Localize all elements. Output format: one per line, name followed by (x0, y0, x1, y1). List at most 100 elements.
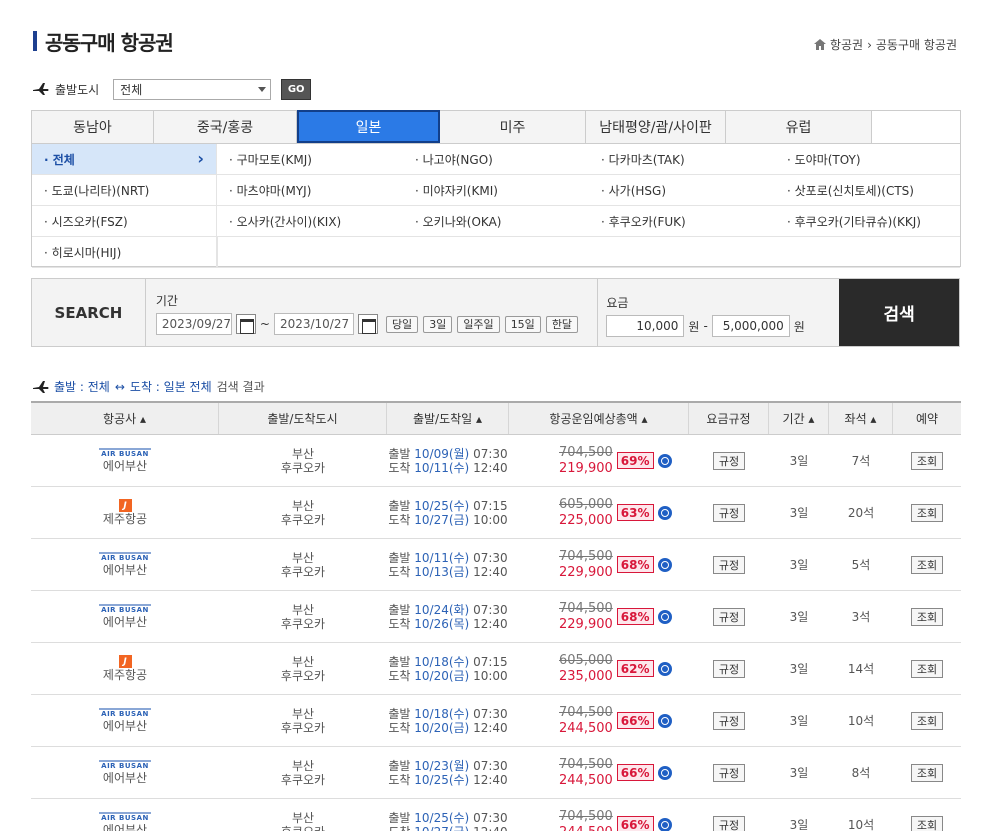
discount-badge: 62% (616, 660, 654, 677)
quick-period-button[interactable]: 15일 (504, 315, 541, 333)
city-item[interactable]: · 후쿠오카(FUK) (589, 206, 775, 237)
view-button[interactable]: 조회 (910, 659, 944, 678)
region-tab[interactable]: 동남아 (32, 111, 154, 143)
original-price: 704,500 (559, 444, 613, 460)
column-header[interactable]: 항공운임예상총액 ▴ (509, 403, 689, 434)
seats-cell: 3석 (851, 610, 871, 624)
dep-day: 10/23(월) (414, 758, 470, 773)
region-tab[interactable]: 유럽 (726, 111, 872, 143)
sale-price: 225,000 (559, 512, 613, 528)
quick-period-button[interactable]: 일주일 (457, 315, 500, 333)
city-item-selected[interactable]: · 전체 (32, 144, 217, 175)
fare-rule-button[interactable]: 규정 (712, 711, 746, 730)
view-button[interactable]: 조회 (910, 503, 944, 522)
reserve-cell: 조회 (893, 591, 961, 642)
column-header[interactable]: 항공사 ▴ (31, 403, 219, 434)
city-item[interactable]: · 도쿄(나리타)(NRT) (32, 175, 217, 206)
city-item[interactable]: · 후쿠오카(기타큐슈)(KKJ) (775, 206, 960, 237)
view-button[interactable]: 조회 (910, 763, 944, 782)
quick-period-button[interactable]: 3일 (423, 315, 453, 333)
fare-rule-button[interactable]: 규정 (712, 607, 746, 626)
quick-period-button[interactable]: 당일 (385, 315, 419, 333)
search-icon[interactable] (657, 817, 672, 831)
airline-name: 에어부산 (102, 771, 148, 785)
city-item[interactable]: · 마츠야마(MYJ) (217, 175, 403, 206)
page-title: 공동구매 항공권 (33, 29, 174, 55)
home-icon[interactable] (813, 39, 826, 50)
fare-rule-button[interactable]: 규정 (712, 763, 746, 782)
sale-price: 244,500 (559, 825, 613, 831)
city-cell: 부산후쿠오카 (219, 799, 387, 831)
city-item[interactable]: · 히로시마(HIJ) (32, 237, 217, 268)
arr-time: 12:40 (473, 720, 508, 735)
view-button[interactable]: 조회 (910, 607, 944, 626)
dep-label: 출발 (388, 446, 411, 461)
column-header[interactable]: 예약 (893, 403, 961, 434)
search-button[interactable]: 검색 (839, 279, 960, 346)
city-item[interactable]: · 미야자키(KMI) (403, 175, 589, 206)
fare-min-input[interactable]: 10,000 (606, 315, 685, 337)
breadcrumb-item-2[interactable]: 공동구매 항공권 (876, 36, 957, 53)
fare-rule-button[interactable]: 규정 (712, 555, 746, 574)
city-item[interactable]: · 오키나와(OKA) (403, 206, 589, 237)
column-header[interactable]: 출발/도착도시 (219, 403, 387, 434)
city-item[interactable]: · 삿포로(신치토세)(CTS) (775, 175, 960, 206)
region-tab[interactable]: 남태평양/괌/사이판 (586, 111, 726, 143)
date-from-input[interactable]: 2023/09/27 (155, 313, 232, 335)
breadcrumb-item-1[interactable]: 항공권 (830, 36, 863, 53)
view-button[interactable]: 조회 (910, 815, 944, 831)
departure-select[interactable]: 전체 (113, 78, 272, 100)
fare-rule-button[interactable]: 규정 (712, 451, 746, 470)
view-button[interactable]: 조회 (910, 711, 944, 730)
search-icon[interactable] (657, 557, 672, 572)
price-cell: 704,500 229,900 68% (509, 591, 689, 642)
column-header[interactable]: 기간 ▴ (769, 403, 829, 434)
view-button[interactable]: 조회 (910, 451, 944, 470)
column-header[interactable]: 좌석 ▴ (829, 403, 893, 434)
calendar-icon[interactable] (235, 314, 256, 334)
region-tab[interactable]: 일본 (297, 110, 440, 143)
calendar-icon[interactable] (357, 314, 378, 334)
fare-rule-button[interactable]: 규정 (712, 503, 746, 522)
column-header[interactable]: 요금규정 (689, 403, 769, 434)
city-item[interactable]: · 시즈오카(FSZ) (32, 206, 217, 237)
search-icon[interactable] (657, 505, 672, 520)
fare-rule-button[interactable]: 규정 (712, 815, 746, 831)
search-icon[interactable] (657, 713, 672, 728)
from-city: 부산 (291, 446, 315, 461)
discount-badge: 63% (616, 504, 654, 521)
search-icon[interactable] (657, 661, 672, 676)
departure-select-value: 전체 (120, 82, 143, 97)
view-button[interactable]: 조회 (910, 555, 944, 574)
search-icon[interactable] (657, 609, 672, 624)
city-item[interactable]: · 사가(HSG) (589, 175, 775, 206)
region-tab[interactable]: 중국/홍콩 (154, 111, 297, 143)
arr-day: 10/20(금) (414, 720, 470, 735)
city-item[interactable]: · 나고야(NGO) (403, 144, 589, 175)
city-item[interactable]: · 오사카(간사이)(KIX) (217, 206, 403, 237)
city-item[interactable]: · 구마모토(KMJ) (217, 144, 403, 175)
region-tab[interactable]: 미주 (440, 111, 586, 143)
results-table: 항공사 ▴ 출발/도착도시 출발/도착일 ▴ 항공운임예상총액 ▴ 요금규정 기간 ▴ 좌석… (31, 401, 961, 831)
go-button[interactable]: GO (281, 78, 312, 100)
rule-cell: 규정 (689, 695, 769, 746)
fare-max-input[interactable]: 5,000,000 (711, 315, 790, 337)
city-item[interactable]: · 도야마(TOY) (775, 144, 960, 175)
quick-period-buttons: 당일 3일 일주일 15일 한달 (385, 315, 579, 333)
price-cell: 605,000 225,000 63% (509, 487, 689, 538)
arr-day: 10/25(수) (414, 772, 470, 787)
to-city: 후쿠오카 (280, 668, 326, 683)
date-to-input[interactable]: 2023/10/27 (273, 313, 354, 335)
search-icon[interactable] (657, 453, 672, 468)
airline-name: 에어부산 (102, 459, 148, 473)
column-header[interactable]: 출발/도착일 ▴ (387, 403, 509, 434)
fare-rule-button[interactable]: 규정 (712, 659, 746, 678)
date-cell: 출발 10/09(월) 07:30 도착 10/11(수) 12:40 (387, 435, 509, 486)
quick-period-button[interactable]: 한달 (545, 315, 579, 333)
search-icon[interactable] (657, 765, 672, 780)
city-item[interactable]: · 다카마츠(TAK) (589, 144, 775, 175)
dep-label: 출발 (388, 810, 411, 825)
city-cell: 부산후쿠오카 (219, 591, 387, 642)
rule-cell: 규정 (689, 799, 769, 831)
arr-time: 12:40 (473, 772, 508, 787)
